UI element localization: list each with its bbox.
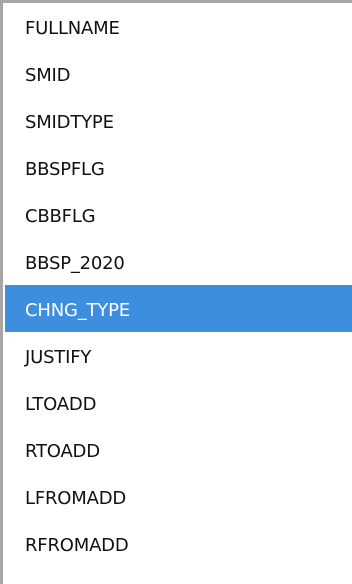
list-item-justify[interactable]: JUSTIFY: [3, 332, 352, 379]
list-item-smidtype[interactable]: SMIDTYPE: [3, 97, 352, 144]
list-item-bbsp-2020[interactable]: BBSP_2020: [3, 238, 352, 285]
list-item-ltoadd[interactable]: LTOADD: [3, 379, 352, 426]
list-item-rfromadd[interactable]: RFROMADD: [3, 520, 352, 556]
list-item-bbspflg[interactable]: BBSPFLG: [3, 144, 352, 191]
list-item-lfromadd[interactable]: LFROMADD: [3, 473, 352, 520]
list-item-rtoadd[interactable]: RTOADD: [3, 426, 352, 473]
list-item-fullname[interactable]: FULLNAME: [3, 3, 352, 50]
list-item-smid[interactable]: SMID: [3, 50, 352, 97]
field-list[interactable]: FULLNAME SMID SMIDTYPE BBSPFLG CBBFLG BB…: [0, 0, 352, 584]
list-item-cbbflg[interactable]: CBBFLG: [3, 191, 352, 238]
list-item-chng-type-selected[interactable]: CHNG_TYPE: [5, 285, 352, 332]
field-list-items: FULLNAME SMID SMIDTYPE BBSPFLG CBBFLG BB…: [3, 3, 352, 556]
